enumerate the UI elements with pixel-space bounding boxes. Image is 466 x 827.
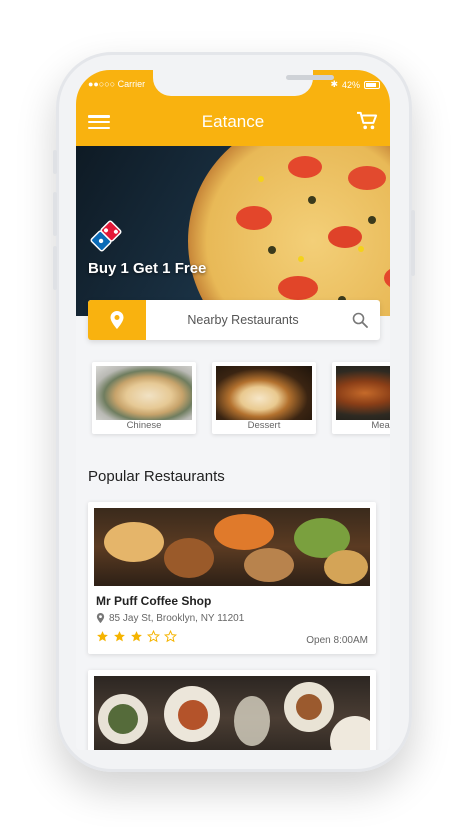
category-image-meals	[336, 366, 390, 420]
category-image-dessert	[216, 366, 312, 420]
search-input[interactable]	[146, 300, 340, 340]
rating-stars	[96, 630, 177, 643]
pizza-image	[188, 146, 390, 316]
category-card-meals[interactable]: Meals	[332, 362, 390, 434]
search-bar	[88, 300, 380, 340]
phone-volume-down-button	[53, 246, 57, 290]
restaurant-address: 85 Jay St, Brooklyn, NY 11201	[96, 612, 244, 624]
category-label: Chinese	[126, 420, 162, 431]
promo-text: Buy 1 Get 1 Free	[88, 260, 207, 277]
app-title: Eatance	[201, 112, 265, 131]
promo-banner[interactable]: Buy 1 Get 1 Free	[76, 146, 390, 316]
category-card-dessert[interactable]: Dessert	[212, 362, 316, 434]
carrier-label: ●●○○○ Carrier	[88, 79, 146, 89]
phone-volume-up-button	[53, 192, 57, 236]
location-button[interactable]	[88, 300, 146, 340]
app-bar: Eatance	[76, 96, 390, 146]
star-empty-icon	[147, 630, 160, 643]
category-label: Dessert	[247, 420, 281, 431]
opening-hours: Open 8:00AM	[306, 635, 368, 646]
star-empty-icon	[164, 630, 177, 643]
category-label: Meals	[371, 420, 390, 431]
location-pin-icon	[96, 612, 105, 624]
restaurant-image	[94, 676, 370, 750]
address-text: 85 Jay St, Brooklyn, NY 11201	[109, 612, 245, 624]
cart-icon[interactable]	[356, 111, 378, 131]
location-pin-icon	[110, 311, 124, 329]
category-image-chinese	[96, 366, 192, 420]
section-title: Popular Restaurants	[88, 468, 225, 485]
app-screen: ●●○○○ Carrier ✱ 42% Eatance Buy 1 Get 1 …	[76, 70, 390, 750]
restaurant-card[interactable]	[88, 670, 376, 750]
category-card-chinese[interactable]: Chinese	[92, 362, 196, 434]
phone-power-button	[411, 210, 415, 276]
battery-icon	[364, 80, 380, 89]
battery-label: 42%	[341, 79, 360, 90]
phone-side-button	[53, 150, 57, 174]
star-filled-icon	[114, 631, 125, 642]
star-filled-icon	[97, 631, 108, 642]
restaurant-image	[94, 508, 370, 586]
restaurant-name: Mr Puff Coffee Shop	[96, 594, 212, 608]
phone-notch	[153, 70, 334, 96]
restaurant-card[interactable]: Mr Puff Coffee Shop 85 Jay St, Brooklyn,…	[88, 502, 376, 654]
bluetooth-icon: ✱	[330, 79, 338, 89]
search-icon[interactable]	[352, 312, 368, 328]
dominos-logo-icon	[90, 220, 122, 252]
category-list: Chinese Dessert Meals	[92, 362, 390, 436]
speaker-grille	[286, 75, 334, 80]
status-right: ✱ 42%	[330, 79, 380, 90]
star-filled-icon	[131, 631, 142, 642]
